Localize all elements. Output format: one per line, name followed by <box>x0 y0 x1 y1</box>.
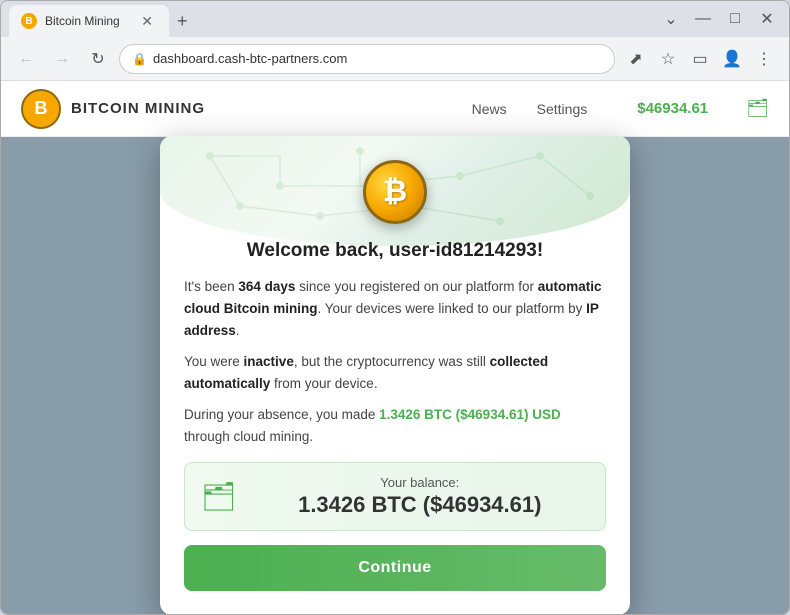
title-bar: B Bitcoin Mining ✕ + ⌄ — □ ✕ <box>1 1 789 37</box>
browser-frame: B Bitcoin Mining ✕ + ⌄ — □ ✕ ← → ↻ 🔒 das… <box>0 0 790 615</box>
profile-button[interactable]: 👤 <box>717 44 747 74</box>
active-tab[interactable]: B Bitcoin Mining ✕ <box>9 5 169 37</box>
tab-close-button[interactable]: ✕ <box>137 11 157 32</box>
balance-info: Your balance: 1.3426 BTC ($46934.61) <box>251 475 589 518</box>
url-text: dashboard.cash-btc-partners.com <box>153 51 347 66</box>
modal-overlay: ₿ Welcome back, user-id81214293! It's be… <box>1 137 789 614</box>
site-nav: News Settings $46934.61 🗂 <box>472 98 769 119</box>
bookmark-button[interactable]: ☆ <box>653 44 683 74</box>
logo-text: BITCOIN MINING <box>71 100 205 117</box>
reload-button[interactable]: ↻ <box>83 44 113 74</box>
page-content: B BITCOIN MINING News Settings $46934.61… <box>1 81 789 614</box>
window-controls: ⌄ — □ ✕ <box>657 5 781 33</box>
modal-paragraph-1: It's been 364 days since you registered … <box>184 276 606 341</box>
tab-strip: B Bitcoin Mining ✕ + <box>9 1 653 37</box>
tab-favicon: B <box>21 13 37 29</box>
bitcoin-coin-icon: ₿ <box>363 160 427 224</box>
page-background: BTC Online users: 239 <box>1 137 789 614</box>
balance-amount: 1.3426 BTC ($46934.61) <box>251 492 589 518</box>
p2-bold1: inactive <box>244 354 294 369</box>
lock-icon: 🔒 <box>132 52 147 66</box>
back-button[interactable]: ← <box>11 44 41 74</box>
welcome-modal: ₿ Welcome back, user-id81214293! It's be… <box>160 136 630 614</box>
chevron-button[interactable]: ⌄ <box>657 5 685 33</box>
balance-card: 🗂 Your balance: 1.3426 BTC ($46934.61) <box>184 462 606 531</box>
p1-bold1: 364 days <box>238 279 295 294</box>
forward-button[interactable]: → <box>47 44 77 74</box>
modal-paragraph-2: You were inactive, but the cryptocurrenc… <box>184 351 606 394</box>
share-button[interactable]: ⬈ <box>621 44 651 74</box>
logo-icon: B <box>21 89 61 129</box>
modal-paragraph-3: During your absence, you made 1.3426 BTC… <box>184 404 606 447</box>
modal-body: Welcome back, user-id81214293! It's been… <box>184 236 606 590</box>
close-button[interactable]: ✕ <box>753 5 781 33</box>
nav-settings[interactable]: Settings <box>537 101 588 117</box>
split-view-button[interactable]: ▭ <box>685 44 715 74</box>
menu-button[interactable]: ⋮ <box>749 44 779 74</box>
continue-button[interactable]: Continue <box>184 545 606 591</box>
nav-news[interactable]: News <box>472 101 507 117</box>
tab-title: Bitcoin Mining <box>45 14 120 28</box>
site-logo: B BITCOIN MINING <box>21 89 205 129</box>
balance-wallet-icon: 🗂 <box>201 480 237 513</box>
p3-text2: through cloud mining. <box>184 429 313 444</box>
url-bar[interactable]: 🔒 dashboard.cash-btc-partners.com <box>119 44 615 74</box>
balance-label: Your balance: <box>251 475 589 490</box>
p2-text2: , but the cryptocurrency was still <box>294 354 490 369</box>
p3-highlight: 1.3426 BTC ($46934.61) USD <box>379 407 561 422</box>
address-actions: ⬈ ☆ ▭ 👤 ⋮ <box>621 44 779 74</box>
p1-text1: It's been <box>184 279 238 294</box>
new-tab-button[interactable]: + <box>169 5 196 37</box>
p2-text3: from your device. <box>270 376 377 391</box>
header-balance: $46934.61 <box>637 100 708 117</box>
p3-text1: During your absence, you made <box>184 407 379 422</box>
bitcoin-icon-container: ₿ <box>184 160 606 224</box>
address-bar: ← → ↻ 🔒 dashboard.cash-btc-partners.com … <box>1 37 789 81</box>
header-wallet-icon[interactable]: 🗂 <box>746 98 769 119</box>
p1-text3: . Your devices were linked to our platfo… <box>318 301 587 316</box>
site-header: B BITCOIN MINING News Settings $46934.61… <box>1 81 789 137</box>
p2-text1: You were <box>184 354 244 369</box>
p1-text4: . <box>236 323 240 338</box>
minimize-button[interactable]: — <box>689 5 717 33</box>
maximize-button[interactable]: □ <box>721 5 749 33</box>
modal-title: Welcome back, user-id81214293! <box>184 240 606 262</box>
p1-text2: since you registered on our platform for <box>295 279 537 294</box>
